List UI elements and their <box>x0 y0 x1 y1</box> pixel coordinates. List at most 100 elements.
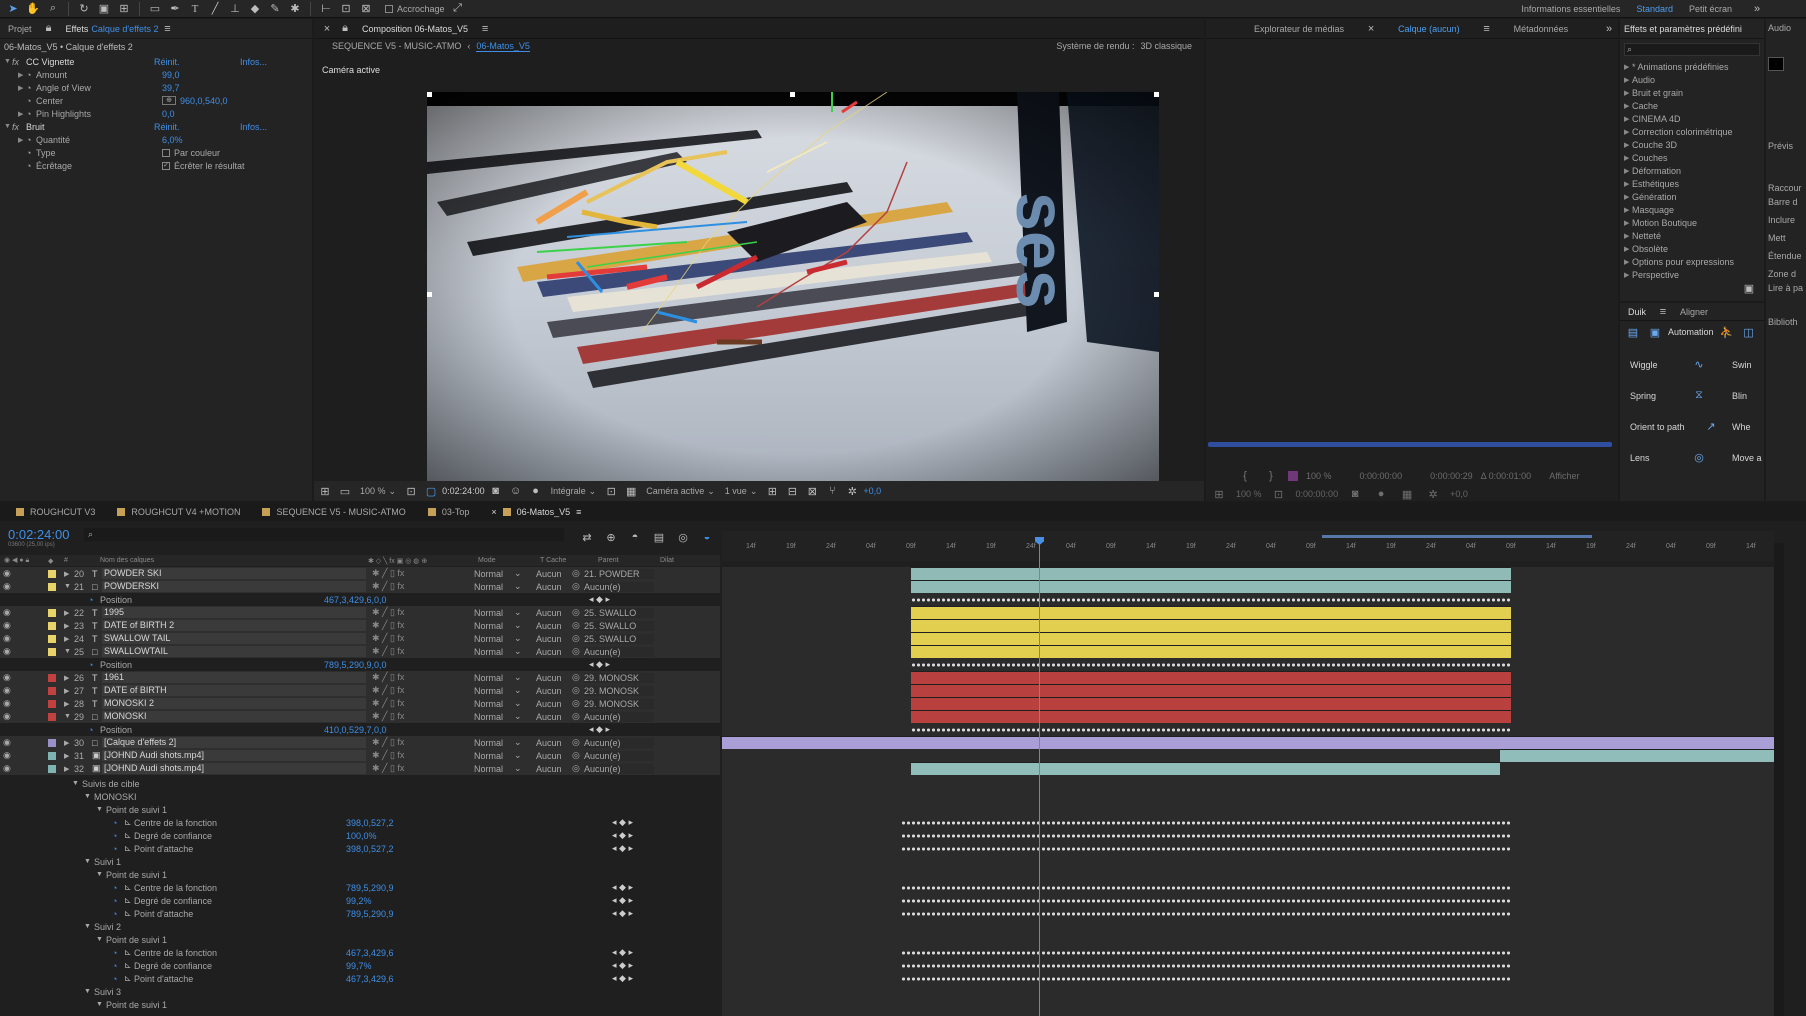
stopwatch-icon[interactable]: ◔ <box>112 961 124 971</box>
layer-name[interactable]: MONOSKI <box>102 711 366 722</box>
tab-effects[interactable]: Effets <box>58 19 92 39</box>
blend-mode[interactable]: Normal <box>474 608 514 618</box>
timeline-icon[interactable]: ⊠ <box>803 482 821 500</box>
more-panels-icon[interactable]: » <box>1600 20 1618 38</box>
property-row[interactable]: ◔ Position 410,0,529,7,0,0 ◂ ◆ ▸ <box>0 723 720 736</box>
keyframe-nav-icon[interactable]: ◂ ◆ ▸ <box>612 817 633 828</box>
camera-tool-icon[interactable]: ▣ <box>95 0 113 18</box>
track-matte[interactable]: Aucun <box>536 608 572 618</box>
layer-duration-bar[interactable] <box>911 619 1511 632</box>
layer-switches-icon[interactable]: ✱ ╱ ▯ fx <box>366 607 474 618</box>
layer-switches-icon[interactable]: ✱ ╱ ▯ fx <box>366 620 474 631</box>
parent-select[interactable]: 29. MONOSK <box>584 672 654 683</box>
effect-reset[interactable]: Réinit. <box>154 57 240 67</box>
tab-composition[interactable]: Composition 06-Matos_V5 <box>354 19 476 39</box>
parent-select[interactable]: Aucun(e) <box>584 763 654 774</box>
expand-triangle-icon[interactable]: ▶ <box>64 622 74 630</box>
layer-row[interactable]: ◉ ▶ 30 □ [Calque d'effets 2] ✱ ╱ ▯ fx Normal ⌄ A… <box>0 736 720 749</box>
parent-pickwhip-icon[interactable]: ◎ <box>572 685 584 696</box>
channel-icon[interactable]: ● <box>1372 485 1390 503</box>
parent-select[interactable]: 29. MONOSK <box>584 685 654 696</box>
effects-category[interactable]: ▶ Netteté <box>1624 229 1764 242</box>
layer-row[interactable]: ◉ ▶ 27 T DATE of BIRTH ✱ ╱ ▯ fx Normal ⌄ Aucun ◎ 2… <box>0 684 720 697</box>
tab-libraries[interactable]: Biblioth <box>1766 295 1806 331</box>
layer-handle-top-left[interactable] <box>427 92 432 97</box>
expand-triangle-icon[interactable]: ▼ <box>64 713 74 720</box>
layer-row[interactable]: ◉ ▼ 25 □ SWALLOWTAIL ✱ ╱ ▯ fx Normal ⌄ Aucun ◎ Auc… <box>0 645 720 658</box>
expand-triangle-icon[interactable]: ▶ <box>64 700 74 708</box>
expand-triangle-icon[interactable]: ▼ <box>84 793 94 800</box>
visibility-eye-icon[interactable]: ◉ <box>0 568 14 579</box>
layer-row[interactable]: ◉ ▶ 24 T SWALLOW TAIL ✱ ╱ ▯ fx Normal ⌄ Aucun ◎ 25… <box>0 632 720 645</box>
toggle-pixel-aspect-icon[interactable]: ⊞ <box>763 482 781 500</box>
layer-name[interactable]: [JOHND Audi shots.mp4] <box>102 750 366 761</box>
orient-to-path-button[interactable]: Orient to path <box>1630 422 1702 432</box>
stopwatch-icon[interactable]: ◔ <box>112 909 124 919</box>
tracker-value[interactable]: 789,5,290,9 <box>346 909 612 919</box>
spring-icon[interactable]: ⧖ <box>1690 387 1708 405</box>
tracker-tree-row[interactable]: ▼ Point de suivi 1 <box>0 998 720 1011</box>
move-away-button[interactable]: Move a <box>1732 453 1762 463</box>
layer-duration-bar[interactable] <box>911 710 1511 723</box>
effect-row-cc-vignette[interactable]: ▼ fx CC Vignette Réinit. Infos... <box>0 55 312 68</box>
tab-media-browser[interactable]: Explorateur de médias <box>1246 19 1352 39</box>
snap-checkbox[interactable] <box>385 4 393 13</box>
track-matte[interactable]: Aucun <box>536 738 572 748</box>
roto-brush-icon[interactable]: ✎ <box>266 0 284 18</box>
puppet-pin-icon[interactable]: ✱ <box>286 0 304 18</box>
layer-switches-icon[interactable]: ✱ ╱ ▯ fx <box>366 750 474 761</box>
parent-pickwhip-icon[interactable]: ◎ <box>572 607 584 618</box>
expand-triangle-icon[interactable]: ▼ <box>64 648 74 655</box>
layer-switches-icon[interactable]: ✱ ╱ ▯ fx <box>366 581 474 592</box>
timeline-search[interactable]: ⌕ <box>84 528 564 541</box>
tracker-value[interactable]: 789,5,290,9 <box>346 883 612 893</box>
layer-name[interactable]: 1961 <box>102 672 366 683</box>
effects-category[interactable]: ▶ Correction colorimétrique <box>1624 125 1764 138</box>
tracker-tree-row[interactable]: ▼ Suivi 2 <box>0 920 720 933</box>
snap-options-icon[interactable]: ⤢ <box>449 0 467 18</box>
frame-blending-icon[interactable]: ▤ <box>650 528 668 546</box>
keyframe-track[interactable] <box>900 834 1511 838</box>
more-workspaces-icon[interactable]: » <box>1748 0 1766 18</box>
playhead[interactable] <box>1035 537 1044 1016</box>
layer-duration-bar[interactable] <box>911 684 1511 697</box>
effect-reset[interactable]: Réinit. <box>154 122 240 132</box>
property-value[interactable]: 410,0,529,7,0,0 <box>324 725 589 735</box>
tracker-tree-row[interactable]: ◔ ⊾ Point d'attache 467,3,429,6 ◂ ◆ ▸ <box>0 972 720 985</box>
snap-toggle[interactable]: Accrochage ⤢ <box>385 0 467 18</box>
shy-layers-icon[interactable]: ◓ <box>626 528 644 546</box>
stopwatch-icon[interactable]: ◔ <box>26 70 36 80</box>
label-color-icon[interactable] <box>48 569 56 578</box>
parent-select[interactable]: Aucun(e) <box>584 750 654 761</box>
axis-view-icon[interactable]: ⊠ <box>357 0 375 18</box>
track-matte[interactable]: Aucun <box>536 621 572 631</box>
expand-triangle-icon[interactable]: ▼ <box>96 1001 106 1008</box>
exposure-value[interactable]: +0,0 <box>863 486 881 496</box>
effect-about[interactable]: Infos... <box>240 57 267 67</box>
blend-mode[interactable]: Normal <box>474 673 514 683</box>
workspace-essentials[interactable]: Informations essentielles <box>1521 4 1620 14</box>
safe-zones-icon[interactable]: ⊡ <box>1270 485 1288 503</box>
expand-triangle-icon[interactable]: ▼ <box>96 871 106 878</box>
layer-handle-right[interactable] <box>1154 292 1159 297</box>
stopwatch-icon[interactable]: ◔ <box>112 896 124 906</box>
layer-name-header[interactable]: Nom des calques <box>100 557 368 564</box>
tracker-tree-row[interactable]: ▼ Suivi 1 <box>0 855 720 868</box>
tracker-value[interactable]: 99,2% <box>346 896 612 906</box>
tracker-tree-row[interactable]: ◔ ⊾ Centre de la fonction 789,5,290,9 ◂ ◆ ▸ <box>0 881 720 894</box>
layer-name[interactable]: DATE of BIRTH 2 <box>102 620 366 631</box>
blend-mode[interactable]: Normal <box>474 712 514 722</box>
keyframe-nav-icon[interactable]: ◂ ◆ ▸ <box>612 908 633 919</box>
expand-triangle-icon[interactable]: ▼ <box>64 583 74 590</box>
snapshot-icon[interactable]: ◙ <box>1346 485 1364 503</box>
exposure-reset-icon[interactable]: ✲ <box>1424 485 1442 503</box>
keyframe-nav-icon[interactable]: ◂ ◆ ▸ <box>612 947 633 958</box>
layer-duration-bar[interactable] <box>1500 749 1774 762</box>
orient-icon[interactable]: ↗ <box>1702 418 1720 436</box>
layer-row[interactable]: ◉ ▶ 20 T POWDER SKI ✱ ╱ ▯ fx Normal ⌄ Aucun ◎ 21. … <box>0 567 720 580</box>
param-value[interactable]: 960,0,540,0 <box>180 96 228 106</box>
label-color-icon[interactable] <box>48 608 56 617</box>
tab-layer[interactable]: Calque (aucun) <box>1390 19 1468 39</box>
tracker-tree-row[interactable]: ◔ ⊾ Degré de confiance 99,7% ◂ ◆ ▸ <box>0 959 720 972</box>
rigging-icon[interactable]: ⛹ <box>1718 323 1736 341</box>
